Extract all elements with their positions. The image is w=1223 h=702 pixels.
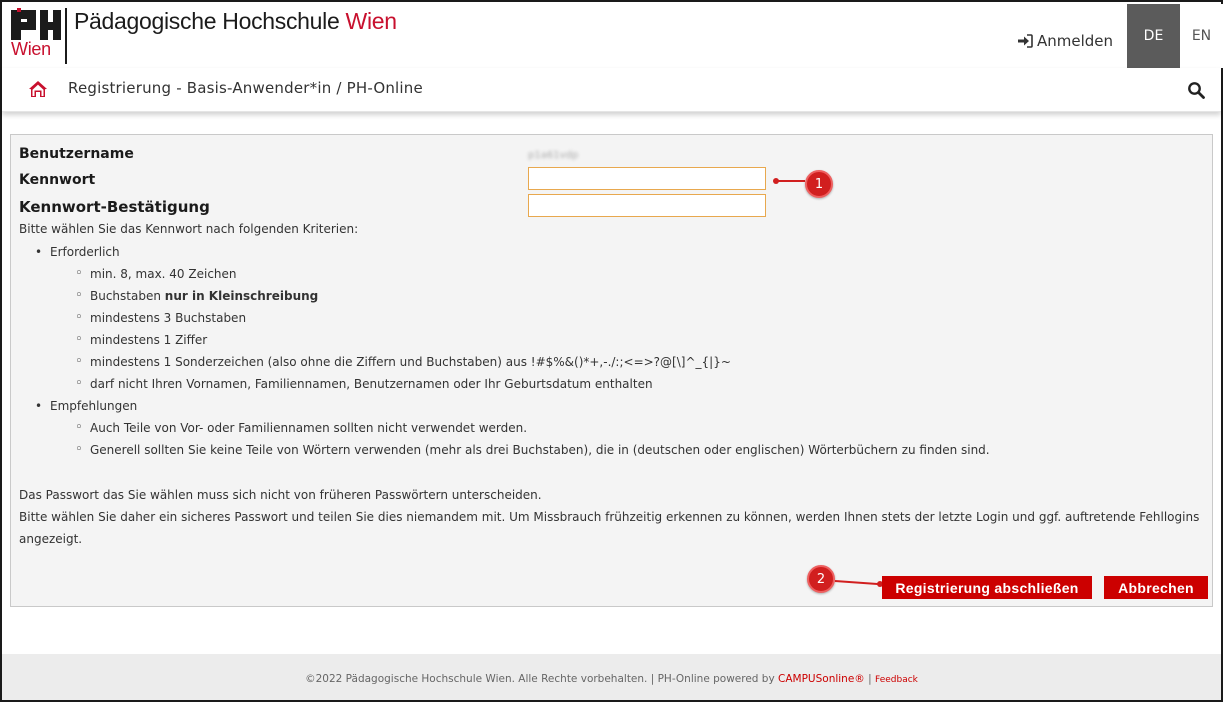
required-item-letters: mindestens 3 Buchstaben (75, 310, 246, 325)
nav-bar: Registrierung - Basis-Anwender*in / PH-O… (2, 68, 1221, 112)
username-value: p1a61vdp (528, 150, 579, 161)
cancel-button[interactable]: Abbrechen (1104, 576, 1208, 599)
school-name-main: Pädagogische Hochschule (74, 8, 340, 34)
lowercase-emphasis: nur in Kleinschreibung (164, 289, 319, 303)
username-label: Benutzername (19, 146, 134, 162)
home-icon[interactable] (28, 80, 48, 98)
required-item-digit: mindestens 1 Ziffer (75, 332, 207, 347)
callout-1-badge: 1 (805, 170, 833, 198)
lang-en-button[interactable]: EN (1180, 4, 1223, 68)
required-heading: Erforderlich (35, 245, 120, 259)
search-icon[interactable] (1187, 81, 1205, 99)
recommend-item-dictionary: Generell sollten Sie keine Teile von Wör… (75, 442, 990, 457)
lang-de-button[interactable]: DE (1127, 4, 1180, 68)
footer: ©2022 Pädagogische Hochschule Wien. Alle… (2, 654, 1221, 700)
logo-wien-text: Wien (11, 39, 51, 59)
required-item-personal: darf nicht Ihren Vornamen, Familiennamen… (75, 376, 653, 391)
password-confirm-input[interactable] (528, 194, 766, 217)
campusonline-link[interactable]: CAMPUSonline® (778, 673, 865, 685)
required-item-lowercase: Buchstaben nur in Kleinschreibung (75, 288, 319, 303)
note-security: Bitte wählen Sie daher ein sicheres Pass… (19, 510, 1200, 524)
password-label: Kennwort (19, 172, 96, 188)
callout-1-line (775, 180, 805, 182)
footer-separator: | (864, 673, 876, 685)
breadcrumb: Registrierung - Basis-Anwender*in / PH-O… (68, 79, 423, 97)
callout-2-badge: 2 (807, 565, 835, 593)
password-input[interactable] (528, 167, 766, 190)
submit-registration-button[interactable]: Registrierung abschließen (882, 576, 1092, 599)
lowercase-text: Buchstaben (90, 289, 165, 303)
footer-copyright: ©2022 Pädagogische Hochschule Wien. Alle… (305, 673, 779, 685)
password-confirm-label: Kennwort-Bestätigung (19, 198, 210, 216)
ph-logo-mark (11, 8, 61, 40)
logo-divider (65, 8, 67, 64)
note-security-cont: angezeigt. (19, 532, 83, 546)
footer-text: ©2022 Pädagogische Hochschule Wien. Alle… (2, 673, 1221, 685)
required-item-length: min. 8, max. 40 Zeichen (75, 266, 236, 281)
recommend-heading: Empfehlungen (35, 399, 137, 413)
callout-2-line (834, 580, 881, 586)
registration-form: Benutzername p1a61vdp Kennwort Kennwort-… (10, 134, 1213, 607)
header: Wien Pädagogische Hochschule Wien Anmeld… (2, 2, 1223, 68)
feedback-link[interactable]: Feedback (875, 675, 918, 685)
school-name-city: Wien (345, 8, 398, 34)
ph-logo[interactable]: Wien (11, 8, 67, 66)
required-item-special: mindestens 1 Sonderzeichen (also ohne di… (75, 354, 731, 369)
login-link[interactable]: Anmelden (1017, 32, 1113, 50)
recommend-item-names: Auch Teile von Vor- oder Familiennamen s… (75, 420, 527, 435)
school-name: Pädagogische Hochschule Wien (74, 8, 397, 35)
sign-in-icon (1018, 34, 1033, 48)
note-history: Das Passwort das Sie wählen muss sich ni… (19, 488, 542, 502)
login-label: Anmelden (1037, 32, 1114, 50)
criteria-intro: Bitte wählen Sie das Kennwort nach folge… (19, 222, 359, 236)
